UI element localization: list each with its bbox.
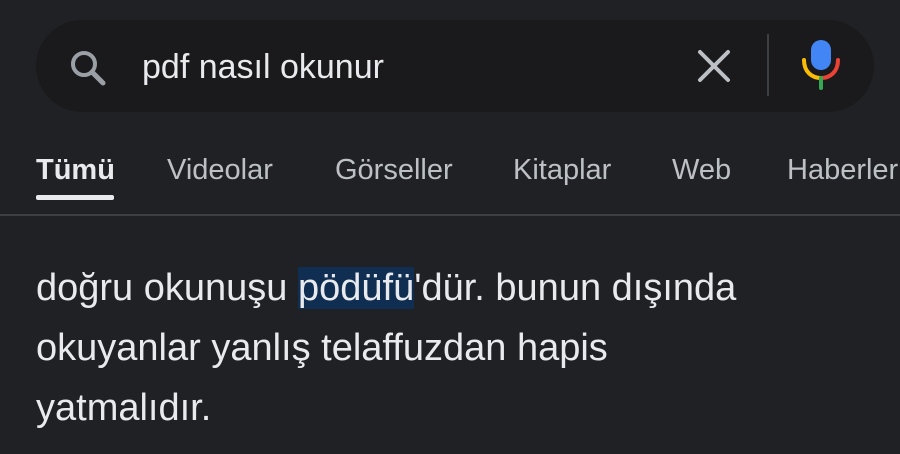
answer-line-1: doğru okunuşu pödüfü'dür. bunun dışında [36,258,876,318]
tab-images[interactable]: Görseller [335,150,453,190]
microphone-icon[interactable] [798,36,844,92]
clear-icon[interactable] [690,42,738,90]
featured-answer: doğru okunuşu pödüfü'dür. bunun dışında … [36,258,876,438]
answer-text: doğru okunuşu [36,267,298,309]
search-input[interactable]: pdf nasıl okunur [142,43,384,91]
tab-web[interactable]: Web [672,150,731,190]
answer-text: 'dür. bunun dışında [414,267,737,309]
answer-line-2: okuyanlar yanlış telaffuzdan hapis [36,327,608,369]
search-icon[interactable] [64,46,112,94]
tab-videos[interactable]: Videolar [167,150,273,190]
tab-news[interactable]: Haberler [787,150,898,190]
search-divider [767,34,769,96]
answer-line-3: yatmalıdır. [36,387,212,429]
tabs-divider [0,214,900,216]
tab-all[interactable]: Tümü [36,150,115,190]
search-results-page: pdf nasıl okunur Tümü Videolar Görseller… [0,0,900,454]
tab-books[interactable]: Kitaplar [513,150,611,190]
active-tab-indicator [36,195,114,200]
search-tabs: Tümü Videolar Görseller Kitaplar Web Hab… [0,140,900,216]
highlighted-word: pödüfü [297,267,415,309]
